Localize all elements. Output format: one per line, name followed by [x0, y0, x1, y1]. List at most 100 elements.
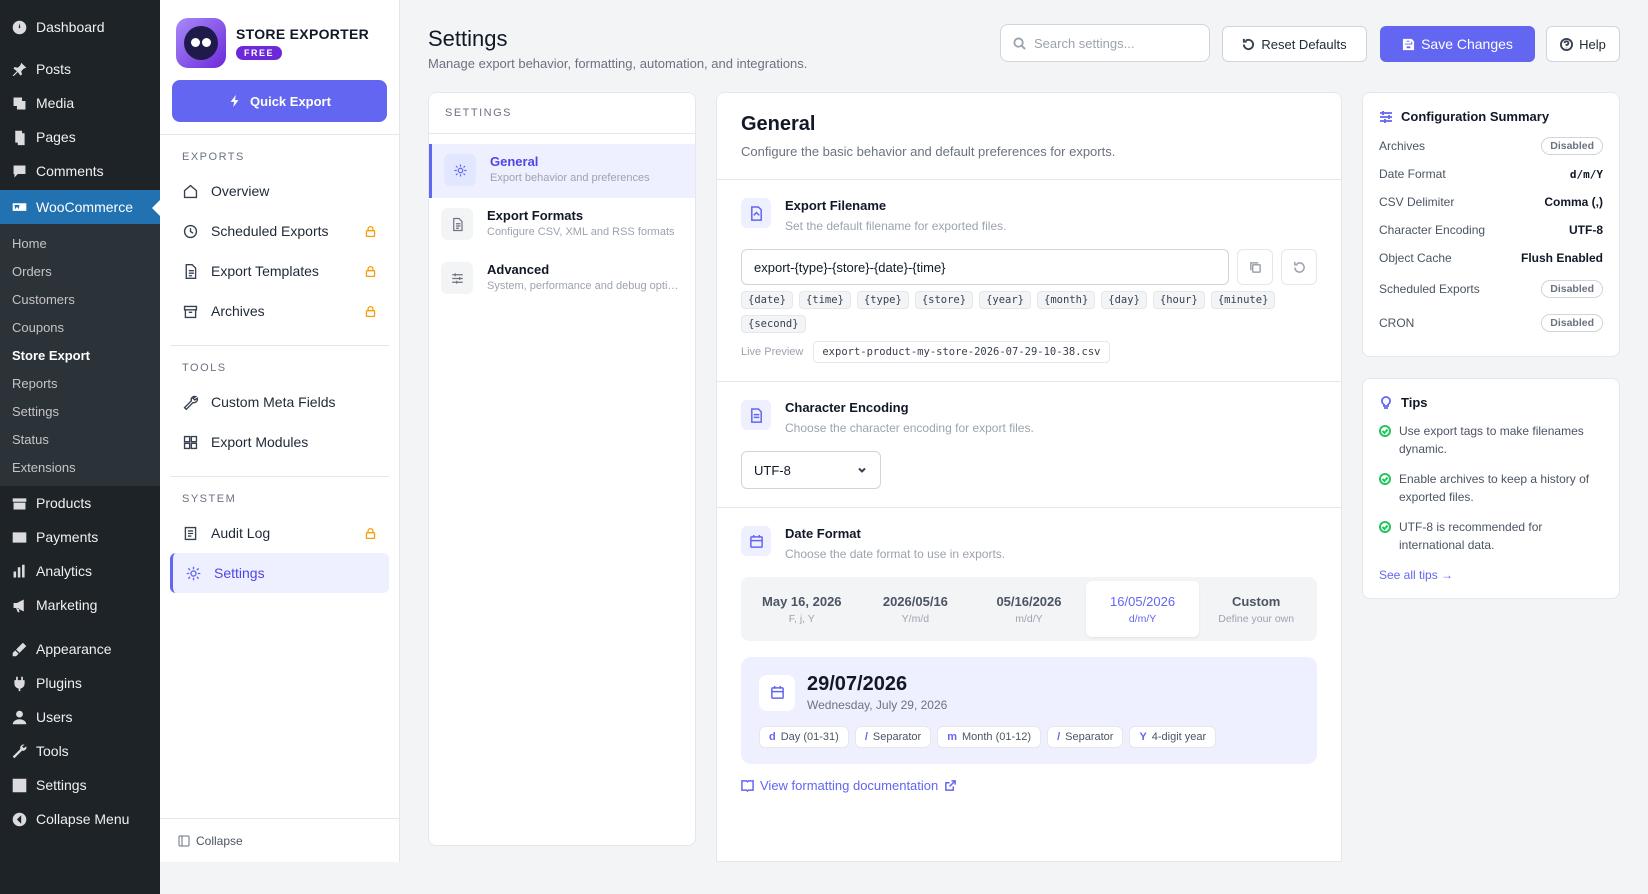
- settings-tab-general[interactable]: General Export behavior and preferences: [429, 144, 695, 198]
- pages-icon: [10, 128, 28, 146]
- media-icon: [10, 94, 28, 112]
- copy-button[interactable]: [1237, 249, 1273, 285]
- wp-menu-products[interactable]: Products: [0, 486, 160, 520]
- wp-sub-status[interactable]: Status: [0, 426, 160, 454]
- date-format-title: Date Format: [785, 526, 861, 541]
- wp-menu-appearance[interactable]: Appearance: [0, 632, 160, 666]
- tag-time[interactable]: {time}: [798, 291, 851, 309]
- wp-menu-analytics[interactable]: Analytics: [0, 554, 160, 588]
- reset-filename-button[interactable]: [1281, 249, 1317, 285]
- nav-settings[interactable]: Settings: [170, 553, 389, 593]
- wp-sub-store-export[interactable]: Store Export: [0, 342, 160, 370]
- plugin-brand: STORE EXPORTER FREE: [160, 0, 399, 80]
- character-encoding-desc: Choose the character encoding for export…: [785, 421, 1034, 435]
- chevron-down-icon: [858, 467, 866, 473]
- encoding-select[interactable]: UTF-8: [741, 451, 881, 489]
- collapse-button[interactable]: Collapse: [160, 818, 399, 862]
- wp-menu-marketing[interactable]: Marketing: [0, 588, 160, 622]
- section-title: General: [741, 113, 816, 135]
- nav-archives[interactable]: Archives: [170, 291, 389, 331]
- megaphone-icon: [10, 596, 28, 614]
- tips-card: Tips Use export tags to make filenames d…: [1362, 378, 1620, 599]
- wp-menu-users[interactable]: Users: [0, 700, 160, 734]
- tag-store[interactable]: {store}: [914, 291, 974, 309]
- tag-type[interactable]: {type}: [856, 291, 909, 309]
- live-preview-value: export-product-my-store-2026-07-29-10-38…: [813, 341, 1110, 363]
- settings-tab-advanced[interactable]: Advanced System, performance and debug op…: [429, 252, 695, 306]
- wp-sub-extensions[interactable]: Extensions: [0, 454, 160, 482]
- nav-export-templates[interactable]: Export Templates: [170, 251, 389, 291]
- book-icon: [741, 780, 754, 792]
- chip-separator: / Separator: [854, 726, 932, 748]
- nav-scheduled-exports[interactable]: Scheduled Exports: [170, 211, 389, 251]
- date-option-mdy[interactable]: 05/16/2026 m/d/Y: [972, 581, 1086, 637]
- date-format-block: Date Format Choose the date format to us…: [717, 508, 1341, 811]
- reset-icon: [1293, 261, 1305, 273]
- quick-export-button[interactable]: Quick Export: [172, 80, 387, 122]
- tag-minute[interactable]: {minute}: [1210, 291, 1276, 309]
- section-exports: EXPORTS: [182, 151, 245, 163]
- formatting-docs-link[interactable]: View formatting documentation: [741, 778, 1317, 793]
- wp-menu-comments[interactable]: Comments: [0, 154, 160, 188]
- search-input[interactable]: [1034, 35, 1194, 51]
- nav-audit-log[interactable]: Audit Log: [170, 513, 389, 553]
- wp-sub-reports[interactable]: Reports: [0, 370, 160, 398]
- date-option-ymd[interactable]: 2026/05/16 Y/m/d: [859, 581, 973, 637]
- calendar-icon: [741, 526, 771, 556]
- nav-overview[interactable]: Overview: [170, 171, 389, 211]
- help-icon: [1560, 37, 1574, 51]
- wp-sub-home[interactable]: Home: [0, 230, 160, 258]
- user-icon: [10, 708, 28, 726]
- tag-second[interactable]: {second}: [741, 315, 806, 333]
- wp-sub-customers[interactable]: Customers: [0, 286, 160, 314]
- reset-defaults-button[interactable]: Reset Defaults: [1222, 26, 1367, 62]
- nav-custom-meta-fields[interactable]: Custom Meta Fields: [170, 382, 389, 422]
- search-box[interactable]: [1000, 24, 1210, 62]
- date-format-desc: Choose the date format to use in exports…: [785, 547, 1006, 561]
- date-preview-long: Wednesday, July 29, 2026: [807, 698, 948, 712]
- tag-year[interactable]: {year}: [979, 291, 1032, 309]
- wp-menu-pages[interactable]: Pages: [0, 120, 160, 154]
- filename-input[interactable]: export-{type}-{store}-{date}-{time}: [741, 249, 1229, 285]
- summary-row-date-format: Date Format d/m/Y: [1379, 167, 1603, 181]
- date-option-custom[interactable]: Custom Define your own: [1199, 581, 1313, 637]
- see-all-tips-link[interactable]: See all tips →: [1379, 568, 1603, 582]
- wp-menu-dashboard[interactable]: Dashboard: [0, 10, 160, 44]
- wp-sub-settings[interactable]: Settings: [0, 398, 160, 426]
- wp-sub-orders[interactable]: Orders: [0, 258, 160, 286]
- wp-menu-plugins[interactable]: Plugins: [0, 666, 160, 700]
- summary-row-csv-delimiter: CSV Delimiter Comma (,): [1379, 195, 1603, 209]
- nav-export-modules[interactable]: Export Modules: [170, 422, 389, 462]
- tag-date[interactable]: {date}: [741, 291, 793, 309]
- character-encoding-block: Character Encoding Choose the character …: [717, 382, 1341, 508]
- document-icon: [441, 208, 473, 240]
- date-preview-value: 29/07/2026: [807, 673, 908, 695]
- date-option-dmy[interactable]: 16/05/2026 d/m/Y: [1085, 581, 1200, 637]
- tag-month[interactable]: {month}: [1037, 291, 1096, 309]
- check-circle-icon: [1379, 521, 1391, 533]
- save-changes-button[interactable]: Save Changes: [1380, 26, 1535, 62]
- wp-menu-payments[interactable]: Payments: [0, 520, 160, 554]
- save-icon: [1403, 38, 1415, 50]
- wp-menu-posts[interactable]: Posts: [0, 52, 160, 86]
- wp-menu-tools[interactable]: Tools: [0, 734, 160, 768]
- wp-menu-woocommerce[interactable]: WooCommerce: [0, 190, 160, 224]
- help-button[interactable]: Help: [1546, 26, 1620, 62]
- summary-row-archives: Archives Disabled: [1379, 132, 1603, 160]
- settings-tab-export-formats[interactable]: Export Formats Configure CSV, XML and RSS…: [429, 198, 695, 252]
- format-chips: d Day (01-31) / Separator m Month (01-12) /…: [759, 726, 1299, 748]
- comment-icon: [10, 162, 28, 180]
- wp-menu-media[interactable]: Media: [0, 86, 160, 120]
- general-settings-panel: General Configure the basic behavior and…: [716, 92, 1342, 862]
- wp-menu-settings[interactable]: Settings: [0, 768, 160, 802]
- products-icon: [10, 494, 28, 512]
- summary-row-character-encoding: Character Encoding UTF-8: [1379, 223, 1603, 237]
- wp-sub-coupons[interactable]: Coupons: [0, 314, 160, 342]
- wp-menu-collapse[interactable]: Collapse Menu: [0, 802, 160, 836]
- tag-hour[interactable]: {hour}: [1152, 291, 1205, 309]
- clock-icon: [183, 224, 198, 238]
- lock-icon: [365, 225, 376, 237]
- tag-day[interactable]: {day}: [1101, 291, 1147, 309]
- date-option-long[interactable]: May 16, 2026 F, j, Y: [745, 581, 859, 637]
- export-filename-title: Export Filename: [785, 198, 887, 213]
